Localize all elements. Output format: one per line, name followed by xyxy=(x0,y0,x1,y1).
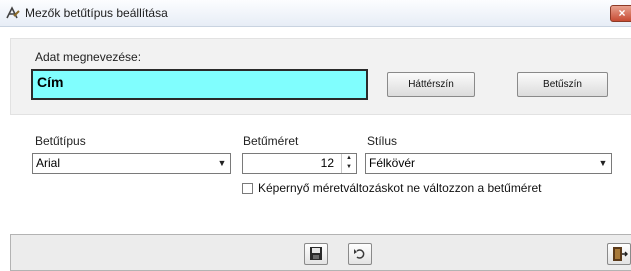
undo-icon xyxy=(354,249,365,259)
font-settings-app-icon xyxy=(6,6,20,19)
close-button[interactable]: × xyxy=(610,5,631,22)
close-icon: × xyxy=(618,6,626,20)
exit-door-icon xyxy=(613,247,628,261)
font-style-label: Stílus xyxy=(367,134,398,148)
background-color-button[interactable]: Háttérszín xyxy=(387,72,475,97)
chevron-down-icon: ▼ xyxy=(598,158,608,168)
font-size-value: 12 xyxy=(320,156,334,170)
font-family-value: Arial xyxy=(36,156,61,170)
spin-arrows-icon[interactable]: ▲ ▼ xyxy=(341,154,356,173)
font-style-value: Félkövér xyxy=(369,156,416,170)
exit-button[interactable] xyxy=(607,243,631,265)
font-family-select[interactable]: Arial ▼ xyxy=(32,153,231,174)
bottom-toolbar xyxy=(10,234,631,271)
font-style-select[interactable]: Félkövér ▼ xyxy=(365,153,612,174)
font-color-button[interactable]: Betűszín xyxy=(517,72,608,97)
name-field[interactable]: Cím xyxy=(31,69,368,100)
chevron-down-icon: ▼ xyxy=(217,158,227,168)
keep-font-size-checkbox[interactable] xyxy=(242,183,253,194)
save-button[interactable] xyxy=(304,243,328,265)
keep-font-size-label: Képernyő méretváltozáskot ne változzon a… xyxy=(258,181,542,195)
font-size-label: Betűméret xyxy=(243,134,299,148)
name-label: Adat megnevezése: xyxy=(35,50,142,64)
save-icon xyxy=(310,247,322,260)
undo-button[interactable] xyxy=(348,243,372,265)
window-title: Mezők betűtípus beállítása xyxy=(25,6,168,20)
font-size-stepper[interactable]: 12 ▲ ▼ xyxy=(242,153,357,174)
title-bar: Mezők betűtípus beállítása × xyxy=(0,0,631,27)
font-family-label: Betűtípus xyxy=(35,134,86,148)
